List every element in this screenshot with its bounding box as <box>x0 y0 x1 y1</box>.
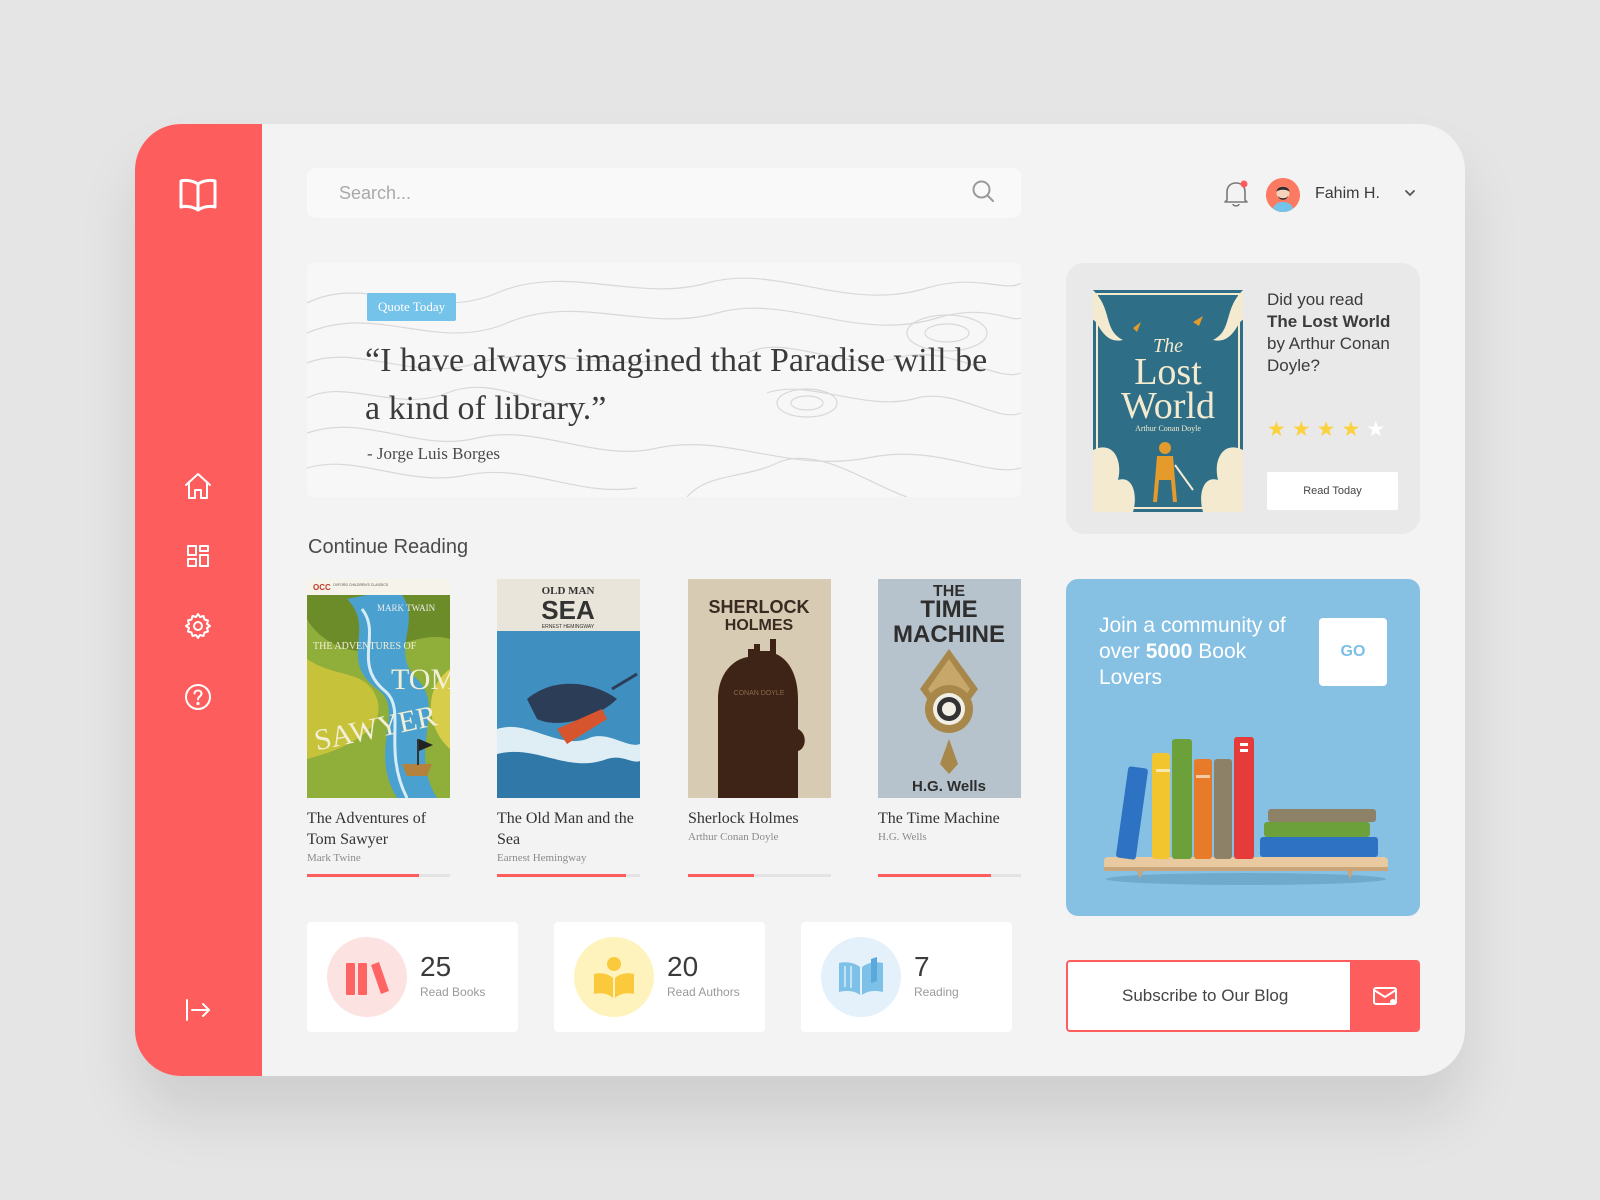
mail-icon[interactable] <box>1350 962 1418 1030</box>
suggestion-suffix: by Arthur Conan Doyle? <box>1267 334 1390 375</box>
stat-value: 20 <box>667 951 699 982</box>
cover-author: H.G. Wells <box>912 778 986 795</box>
book-title[interactable]: The Old Man and the Sea <box>497 808 640 850</box>
cover-title-line3: World <box>1121 385 1215 427</box>
community-prefix: Join a community of over <box>1099 614 1286 663</box>
bell-icon[interactable] <box>1222 178 1250 208</box>
quote-author: - Jorge Luis Borges <box>367 444 501 463</box>
cover-title-line1: SHERLOCK <box>708 597 809 617</box>
open-book-icon[interactable] <box>176 172 220 216</box>
suggestion-text: Did you read The Lost World by Arthur Co… <box>1267 289 1407 377</box>
subscribe-label[interactable]: Subscribe to Our Blog <box>1122 986 1288 1006</box>
community-card: Join a community of over 5000 Book Lover… <box>1066 579 1420 916</box>
stat-card-read-authors: 20 Read Authors <box>554 922 765 1032</box>
question-icon[interactable] <box>178 677 218 717</box>
stat-value: 7 <box>914 951 930 982</box>
stat-card-read-books: 25 Read Books <box>307 922 518 1032</box>
open-book-icon <box>821 937 901 1017</box>
search-input[interactable] <box>339 182 971 204</box>
reading-progress <box>307 874 450 877</box>
quote-tag: Quote Today <box>367 293 457 321</box>
stat-label: Read Authors <box>667 985 740 999</box>
book-author: Earnest Hemingway <box>497 852 587 864</box>
book-card[interactable]: THE TIME MACHINE H.G. Wells The Time Mac… <box>878 579 1021 843</box>
star-icon[interactable]: ★ <box>1317 417 1336 442</box>
book-title[interactable]: Sherlock Holmes <box>688 808 831 829</box>
reading-progress <box>878 874 1021 877</box>
user-name[interactable]: Fahim H. <box>1315 185 1380 203</box>
subscribe-box[interactable]: Subscribe to Our Blog <box>1066 960 1420 1032</box>
star-icon[interactable]: ★ <box>1341 417 1360 442</box>
book-title[interactable]: The Adventures of Tom Sawyer <box>307 808 450 850</box>
star-icon[interactable]: ★ <box>1292 417 1311 442</box>
book-suggestion-card: The Lost World Arthur Conan Doyle Did yo… <box>1066 263 1420 534</box>
search-bar[interactable] <box>307 168 1021 218</box>
reading-progress <box>497 874 640 877</box>
book-cover[interactable]: OLD MAN SEA ERNEST HEMINGWAY <box>497 579 640 798</box>
app-window: Fahim H. Quote Today “I have alwa <box>135 124 1465 1076</box>
star-icon[interactable]: ★ <box>1267 417 1286 442</box>
cover-author: CONAN DOYLE <box>734 690 785 697</box>
book-cover[interactable]: The Lost World Arthur Conan Doyle <box>1093 290 1243 512</box>
progress-fill <box>307 874 419 877</box>
cover-series: OXFORD CHILDREN'S CLASSICS <box>333 583 389 587</box>
cover-title-line1: THE ADVENTURES OF <box>313 641 417 652</box>
book-author: Mark Twine <box>307 852 361 864</box>
progress-fill <box>688 874 754 877</box>
book-author: Arthur Conan Doyle <box>688 831 779 843</box>
stat-label: Read Books <box>420 985 486 999</box>
reading-progress <box>688 874 831 877</box>
chevron-down-icon[interactable] <box>1403 186 1417 205</box>
book-cover[interactable]: THE TIME MACHINE H.G. Wells <box>878 579 1021 798</box>
quote-card: Quote Today “I have always imagined that… <box>307 263 1021 497</box>
suggestion-book-title: The Lost World <box>1267 312 1391 331</box>
read-today-button[interactable]: Read Today <box>1267 472 1398 510</box>
cover-title-line2: HOLMES <box>725 617 794 634</box>
quote-text: “I have always imagined that Paradise wi… <box>365 342 988 427</box>
avatar[interactable] <box>1266 178 1300 212</box>
book-card[interactable]: OCC OXFORD CHILDREN'S CLASSICS MARK TWAI… <box>307 579 450 864</box>
cover-author: Arthur Conan Doyle <box>1135 424 1201 433</box>
stat-value: 25 <box>420 951 452 982</box>
community-count: 5000 <box>1145 640 1193 663</box>
cover-title-line2: SEA <box>541 595 595 625</box>
stat-card-reading: 7 Reading <box>801 922 1012 1032</box>
book-cover[interactable]: SHERLOCK HOLMES CONAN DOYLE <box>688 579 831 798</box>
grid-icon[interactable] <box>178 536 218 576</box>
home-icon[interactable] <box>178 466 218 506</box>
suggestion-prefix: Did you read <box>1267 290 1364 309</box>
stat-label: Reading <box>914 985 959 999</box>
book-cover[interactable]: OCC OXFORD CHILDREN'S CLASSICS MARK TWAI… <box>307 579 450 798</box>
bookshelf-illustration <box>1104 737 1388 885</box>
star-rating[interactable]: ★ ★ ★ ★ ★ <box>1267 417 1385 442</box>
progress-fill <box>878 874 991 877</box>
book-card[interactable]: SHERLOCK HOLMES CONAN DOYLE Sherlock Hol… <box>688 579 831 843</box>
progress-fill <box>497 874 626 877</box>
go-button[interactable]: GO <box>1319 618 1387 686</box>
book-title[interactable]: The Time Machine <box>878 808 1021 829</box>
community-text: Join a community of over 5000 Book Lover… <box>1099 613 1309 691</box>
sidebar <box>135 124 262 1076</box>
search-icon[interactable] <box>971 179 995 208</box>
star-icon[interactable]: ★ <box>1366 417 1385 442</box>
cover-publisher: OCC <box>313 583 331 592</box>
books-icon <box>327 937 407 1017</box>
cover-author: ERNEST HEMINGWAY <box>542 624 595 630</box>
logout-icon[interactable] <box>178 990 218 1030</box>
continue-reading-title: Continue Reading <box>308 536 469 558</box>
reader-icon <box>574 937 654 1017</box>
book-author: H.G. Wells <box>878 831 927 843</box>
cover-author: MARK TWAIN <box>377 603 436 613</box>
gear-icon[interactable] <box>178 606 218 646</box>
cover-title-line2: TIME <box>920 596 977 623</box>
cover-title-line3: MACHINE <box>893 621 1005 648</box>
cover-title-line2: TOM <box>391 663 450 696</box>
book-card[interactable]: OLD MAN SEA ERNEST HEMINGWAY The Old Man… <box>497 579 640 864</box>
